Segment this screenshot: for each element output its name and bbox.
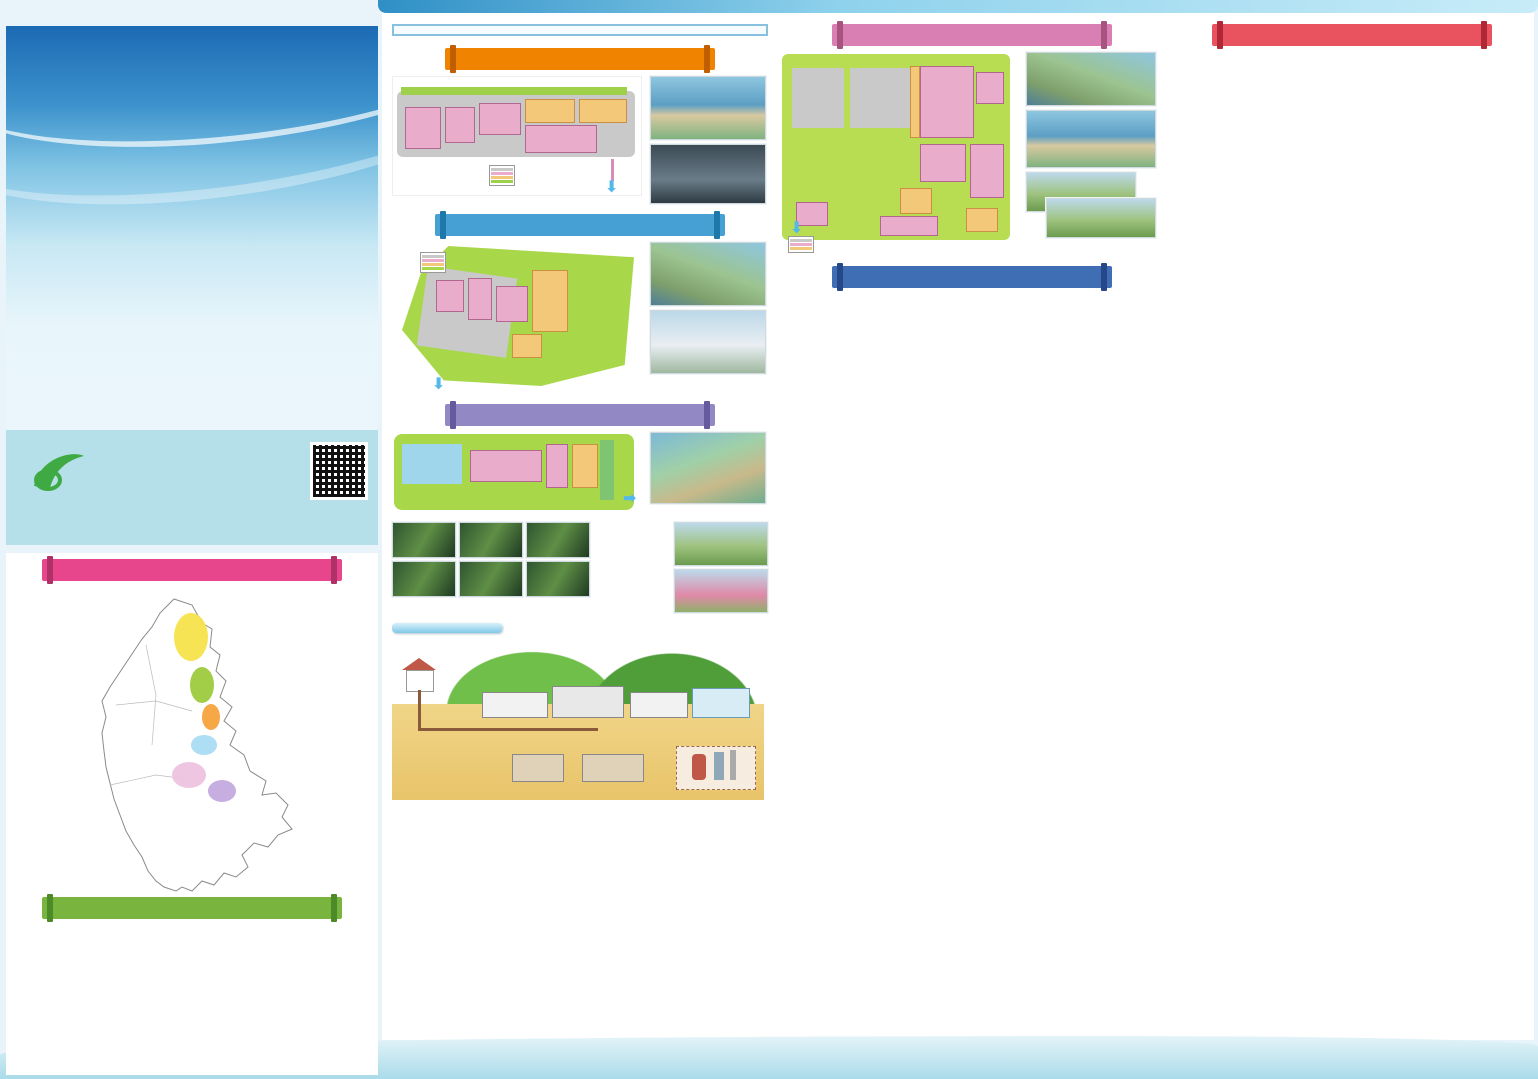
section-header-matsusaka <box>832 24 1112 46</box>
outfall-arrow-icon: ⬇ <box>621 491 641 504</box>
policy-section-header <box>1212 24 1492 46</box>
organization-chart <box>10 925 374 1071</box>
header-bar-right <box>331 556 337 584</box>
header-bar-left <box>837 263 843 291</box>
cover-photo-grid <box>10 164 376 422</box>
header-bar-left <box>450 401 456 429</box>
outfall-arrow-icon: ⬇ <box>790 218 803 238</box>
shikumi-header <box>392 623 502 633</box>
photo-tsu-matsusaka-port-aerial <box>650 242 766 306</box>
header-bar-right <box>704 45 710 73</box>
outfall-arrow-icon: ⬇ <box>605 177 618 197</box>
top-wave-band <box>378 0 1538 13</box>
column-overview: ⬇ <box>392 24 768 800</box>
site-plan-miyagawa: ⬇ <box>392 432 640 518</box>
section-header-shitomogawa <box>445 48 715 70</box>
section-header-miyagawa <box>445 404 715 426</box>
photo-covered-facility-interior <box>650 144 766 204</box>
header-bar-right <box>1481 21 1487 49</box>
photo-open-facility <box>1046 198 1156 238</box>
mie-prefecture-logo <box>26 446 90 496</box>
site-plan-shitomogawa: ⬇ <box>392 76 642 196</box>
contact-strip <box>6 430 378 545</box>
site-plan-matsusaka: ⬇ <box>780 52 1014 248</box>
shikumi-bullet <box>512 623 768 636</box>
sewerage-system-diagram <box>392 642 764 800</box>
qr-code <box>310 442 368 500</box>
column-matsusaka: ⬇ <box>780 24 1164 294</box>
photo-open-facility <box>674 569 768 613</box>
header-bar-left <box>47 556 53 584</box>
policy-column <box>1170 24 1534 46</box>
nature-bullet <box>596 522 666 613</box>
intro-box <box>392 24 768 36</box>
cover-panel <box>6 26 378 545</box>
map-panel <box>6 553 378 1075</box>
mie-prefecture-map <box>6 585 378 895</box>
plan-legend <box>420 252 446 273</box>
photo-ise-bay-aerial <box>650 76 766 140</box>
header-bar-left <box>837 21 843 49</box>
header-bar-left <box>450 45 456 73</box>
photo-fish <box>526 561 590 597</box>
header-bar-left <box>47 894 53 922</box>
organization-section-header <box>42 897 342 919</box>
header-bar-left <box>1217 21 1223 49</box>
photo-bird <box>459 522 523 558</box>
header-bar-right <box>714 211 720 239</box>
header-bar-right <box>1101 21 1107 49</box>
photo-matsusaka-port-aerial <box>1026 110 1156 168</box>
header-bar-right <box>704 401 710 429</box>
outfall-arrow-icon: ⬇ <box>432 374 445 394</box>
photo-open-facility <box>674 522 768 566</box>
photo-kongogawa-aerial <box>1026 52 1156 106</box>
site-plan-kumozugawa: ⬇ <box>392 242 640 394</box>
photo-bird <box>392 522 456 558</box>
photo-fish <box>392 561 456 597</box>
photo-fish <box>459 561 523 597</box>
photo-isuzugawa-aerial <box>650 432 766 504</box>
header-bar-right <box>331 894 337 922</box>
map-section-header <box>42 559 342 581</box>
photo-karasu-relay-pump-station <box>650 310 766 374</box>
plan-legend <box>489 165 515 186</box>
header-bar-right <box>1101 263 1107 291</box>
plan-legend <box>788 236 814 253</box>
photo-bird <box>526 522 590 558</box>
status-section-header <box>832 266 1112 288</box>
header-bar-left <box>440 211 446 239</box>
section-header-kumozugawa <box>435 214 725 236</box>
